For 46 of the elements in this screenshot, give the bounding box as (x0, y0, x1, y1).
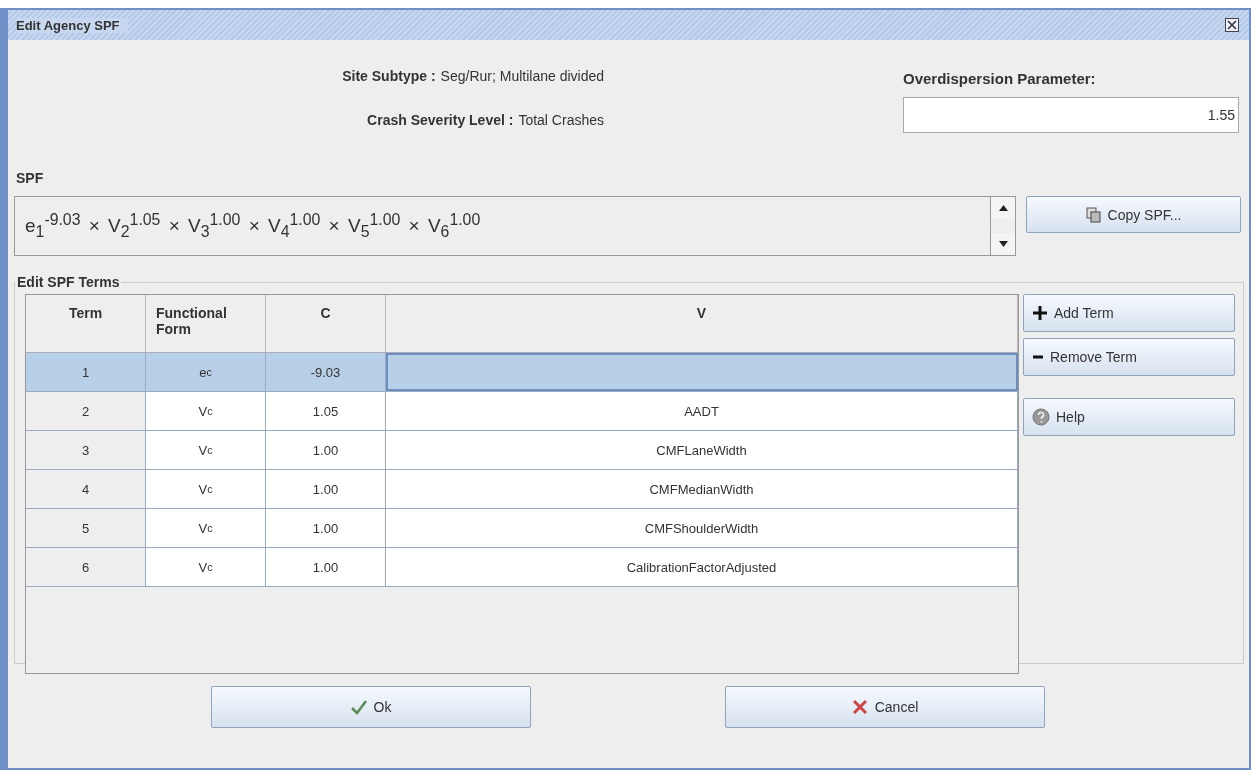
info-label: Crash Severity Level : (367, 112, 514, 128)
action-button[interactable]: Remove Term (1023, 338, 1235, 376)
table-cell: -9.03 (266, 353, 386, 391)
help-icon (1032, 408, 1050, 426)
close-button[interactable] (1225, 18, 1239, 32)
column-header[interactable]: C (266, 295, 386, 352)
down-arrow-icon (998, 241, 1008, 247)
table-cell: 1.00 (266, 548, 386, 586)
action-button[interactable]: Add Term (1023, 294, 1235, 332)
table-cell: 1.00 (266, 470, 386, 508)
column-header[interactable]: V (386, 295, 1018, 352)
copy-icon (1085, 206, 1102, 223)
table-cell: CalibrationFactorAdjusted (386, 548, 1018, 586)
window-title: Edit Agency SPF (16, 17, 128, 33)
dialog-button[interactable]: Ok (210, 686, 531, 728)
table-cell: 2 (26, 392, 146, 430)
table-cell: CMFShoulderWidth (386, 509, 1018, 547)
copy-spf-button[interactable]: Copy SPF... (1026, 196, 1241, 233)
plus-icon (1032, 305, 1048, 321)
checkmark-icon (349, 699, 368, 715)
overdispersion-field[interactable]: 1.55 (903, 97, 1239, 133)
scroll-down-button[interactable] (991, 233, 1015, 255)
table-cell: AADT (386, 392, 1018, 430)
info-value: Seg/Rur; Multilane divided (440, 68, 604, 84)
table-cell: 1.05 (266, 392, 386, 430)
action-button[interactable]: Help (1023, 398, 1235, 436)
column-header[interactable]: Term (26, 295, 146, 352)
close-icon (1225, 18, 1239, 32)
scroll-up-button[interactable] (991, 197, 1015, 219)
table-cell: CMFMedianWidth (386, 470, 1018, 508)
table-cell: 5 (26, 509, 146, 547)
column-header[interactable]: Functional Form (146, 295, 266, 352)
info-label: Site Subtype : (342, 68, 436, 84)
table-cell: 1.00 (266, 431, 386, 469)
spf-label: SPF (15, 169, 45, 188)
up-arrow-icon (998, 205, 1008, 211)
table-cell: 4 (26, 470, 146, 508)
dialog-button[interactable]: Cancel (724, 686, 1045, 728)
table-cell: 3 (26, 431, 146, 469)
overdispersion-label: Overdispersion Parameter: (903, 70, 1097, 87)
cross-icon (850, 699, 869, 715)
table-cell: 1.00 (266, 509, 386, 547)
group-title: Edit SPF Terms (16, 274, 121, 290)
table-cell: CMFLaneWidth (386, 431, 1018, 469)
table-cell: 6 (26, 548, 146, 586)
info-value: Total Crashes (518, 112, 604, 128)
